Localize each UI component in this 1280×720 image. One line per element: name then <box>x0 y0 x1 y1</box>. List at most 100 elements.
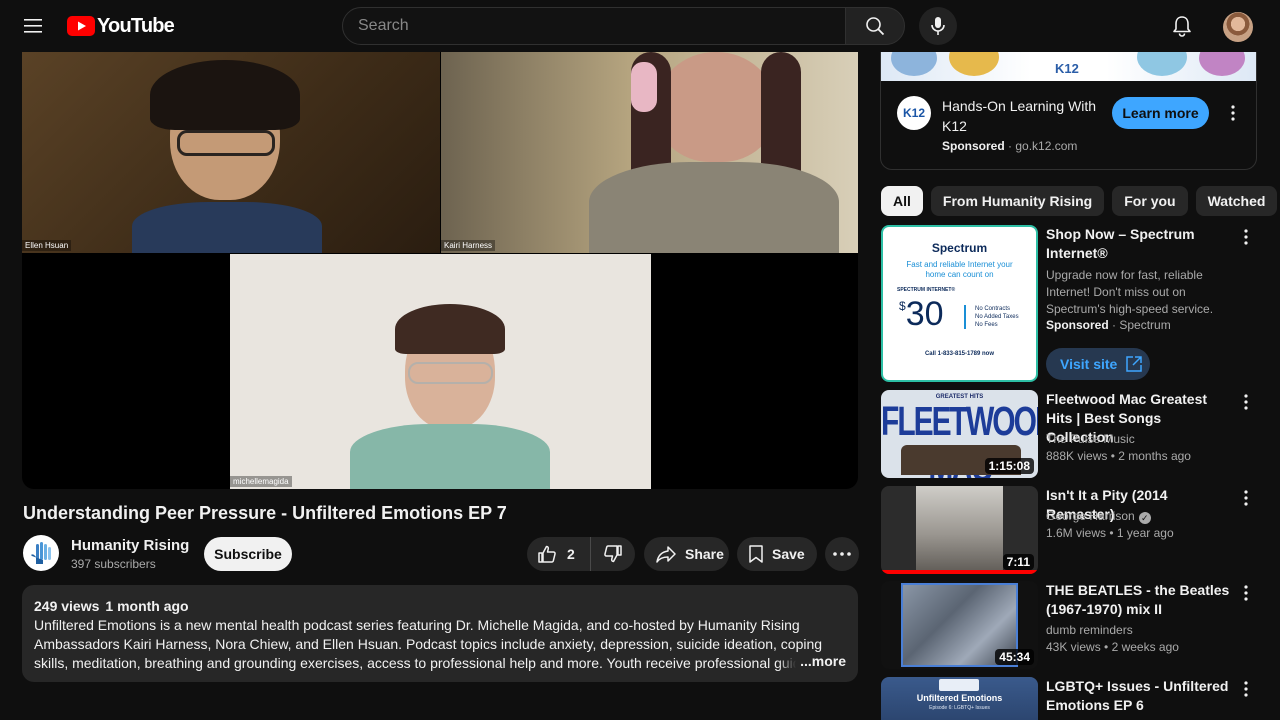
participant-name: Ellen Hsuan <box>22 240 72 251</box>
video-duration: 45:34 <box>995 649 1034 665</box>
user-avatar[interactable] <box>1223 12 1253 42</box>
ad-banner-image[interactable]: K12 <box>881 52 1256 81</box>
bell-icon <box>1173 16 1191 37</box>
advertiser-logo[interactable]: K12 <box>897 96 931 130</box>
search-icon <box>866 17 885 36</box>
sponsored-video-item[interactable]: Spectrum Fast and reliable Internet your… <box>881 225 1257 383</box>
rec-menu-icon[interactable] <box>1236 486 1256 510</box>
logo-text: YouTube <box>97 14 175 37</box>
thumb-bullets: No Contracts No Added Taxes No Fees <box>975 306 1019 328</box>
ad-banner-brand: K12 <box>1055 61 1079 76</box>
raised-hand-icon <box>31 542 51 564</box>
video-item[interactable]: 45:34 THE BEATLES - the Beatles (1967-19… <box>881 581 1257 669</box>
sponsored-ad-card[interactable]: K12 K12 Hands-On Learning With K12 Spons… <box>880 52 1257 170</box>
rec-description: Upgrade now for fast, reliable Internet!… <box>1046 268 1214 316</box>
video-thumbnail[interactable]: 45:34 <box>881 581 1038 669</box>
rec-menu-icon[interactable] <box>1236 677 1256 701</box>
thumb-tagline: Fast and reliable Internet your home can… <box>906 260 1013 279</box>
video-item[interactable]: 7:11 Isn't It a Pity (2014 Remaster) Geo… <box>881 486 1257 574</box>
video-thumbnail[interactable]: 7:11 <box>881 486 1038 574</box>
participant-name: michellemagida <box>230 476 292 487</box>
video-thumbnail[interactable]: GREATEST HITS FLEETWOOD MAC 1:15:08 <box>881 390 1038 478</box>
learn-more-button[interactable]: Learn more <box>1112 97 1209 129</box>
participant-tile: Ellen Hsuan <box>22 52 440 253</box>
video-player[interactable]: Ellen Hsuan Kairi Harness michellemagida <box>22 52 858 489</box>
video-item[interactable]: GREATEST HITS FLEETWOOD MAC 1:15:08 Flee… <box>881 390 1257 478</box>
ad-domain: go.k12.com <box>1015 139 1078 153</box>
show-more-link[interactable]: ...more <box>778 652 846 671</box>
like-button[interactable]: 2 <box>527 537 591 571</box>
like-count: 2 <box>567 546 575 562</box>
dislike-button[interactable] <box>591 537 635 571</box>
participant-name: Kairi Harness <box>441 240 496 251</box>
rec-title[interactable]: THE BEATLES - the Beatles (1967-1970) mi… <box>1046 581 1231 619</box>
rec-channel[interactable]: dumb reminders <box>1046 623 1133 637</box>
visit-site-button[interactable]: Visit site <box>1046 348 1150 380</box>
chip-all[interactable]: All <box>881 186 923 216</box>
subscribe-button[interactable]: Subscribe <box>204 537 292 571</box>
watch-progress-bar <box>881 570 1038 574</box>
youtube-logo[interactable]: YouTube <box>67 14 175 37</box>
participant-tile: Kairi Harness <box>441 52 858 253</box>
sponsored-label: Sponsored <box>942 139 1005 153</box>
voice-search-button[interactable] <box>919 7 957 45</box>
ad-meta: Sponsored · go.k12.com <box>942 139 1078 153</box>
video-duration: 1:15:08 <box>984 458 1034 474</box>
bookmark-icon <box>749 545 763 563</box>
rec-meta: 43K views • 2 weeks ago <box>1046 640 1179 654</box>
channel-name[interactable]: Humanity Rising <box>71 537 189 554</box>
youtube-play-icon <box>67 16 95 36</box>
top-bar: YouTube <box>0 0 1280 52</box>
ad-title[interactable]: Hands-On Learning With K12 <box>942 96 1102 136</box>
notifications-button[interactable] <box>1162 6 1202 46</box>
video-item[interactable]: Unfiltered Emotions Episode 6: LGBTQ+ Is… <box>881 677 1257 720</box>
thumb-title: Unfiltered Emotions <box>916 693 1003 703</box>
search-box <box>342 7 846 45</box>
rec-menu-icon[interactable] <box>1236 581 1256 605</box>
external-link-icon <box>1126 356 1143 372</box>
description-text: Unfiltered Emotions is a new mental heal… <box>34 617 831 671</box>
watch-progress-fill <box>881 570 1038 574</box>
price-value: 30 <box>905 295 944 333</box>
view-count: 249 views <box>34 598 100 614</box>
rec-menu-icon[interactable] <box>1236 390 1256 414</box>
ad-thumbnail[interactable]: Spectrum Fast and reliable Internet your… <box>881 225 1038 382</box>
price-currency: $ <box>899 299 906 313</box>
rec-sponsored-meta: Sponsored · Spectrum <box>1046 318 1171 332</box>
share-button[interactable]: Share <box>644 537 729 571</box>
rec-title[interactable]: Shop Now – Spectrum Internet® <box>1046 225 1231 263</box>
thumb-phone: Call 1-833-815-1789 now <box>924 351 995 357</box>
more-actions-button[interactable] <box>825 537 859 571</box>
menu-icon[interactable] <box>14 6 54 46</box>
thumbs-down-icon <box>604 545 622 563</box>
rec-channel[interactable]: The Pulse Music <box>1046 432 1135 446</box>
search-input[interactable] <box>343 8 845 44</box>
participant-tile: michellemagida <box>230 254 651 489</box>
verified-icon: ✓ <box>1138 512 1151 524</box>
rec-meta: 1.6M views • 1 year ago <box>1046 526 1174 540</box>
upload-date: 1 month ago <box>105 598 189 614</box>
save-button[interactable]: Save <box>737 537 817 571</box>
thumb-product: SPECTRUM INTERNET® <box>897 287 956 293</box>
description-meta: 249 views 1 month ago <box>34 597 846 616</box>
chip-from-humanity-rising[interactable]: From Humanity Rising <box>930 186 1105 216</box>
video-duration: 7:11 <box>1002 554 1034 570</box>
thumbs-up-icon <box>538 545 556 563</box>
microphone-icon <box>931 17 945 35</box>
like-dislike-group: 2 <box>527 537 635 571</box>
filter-chips: All From Humanity Rising For you Watched <box>881 186 1278 216</box>
search-button[interactable] <box>845 7 905 45</box>
subscriber-count: 397 subscribers <box>71 557 156 571</box>
description-box[interactable]: 249 views 1 month ago Unfiltered Emotions… <box>22 585 858 682</box>
rec-channel[interactable]: George Harrison ✓ <box>1046 509 1151 524</box>
video-thumbnail[interactable]: Unfiltered Emotions Episode 6: LGBTQ+ Is… <box>881 677 1038 720</box>
share-icon <box>656 546 676 563</box>
ad-menu-icon[interactable] <box>1223 101 1243 125</box>
save-label: Save <box>772 546 805 562</box>
rec-title[interactable]: LGBTQ+ Issues - Unfiltered Emotions EP 6 <box>1046 677 1231 715</box>
channel-avatar[interactable] <box>23 535 59 571</box>
chip-for-you[interactable]: For you <box>1112 186 1188 216</box>
rec-menu-icon[interactable] <box>1236 225 1256 249</box>
rec-meta: 888K views • 2 months ago <box>1046 449 1191 463</box>
chip-watched[interactable]: Watched <box>1195 186 1278 216</box>
